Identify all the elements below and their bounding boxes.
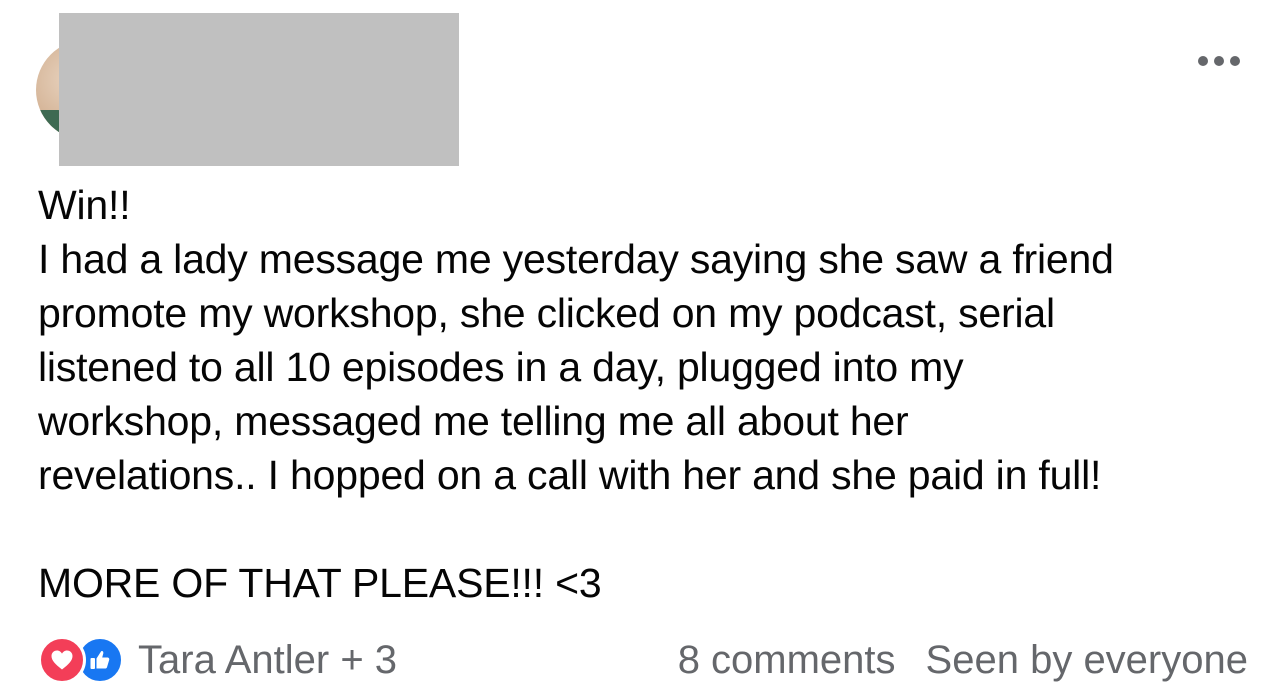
more-horizontal-icon xyxy=(1230,56,1240,66)
redacted-author-name xyxy=(59,13,459,166)
group-post: Win!! I had a lady message me yesterday … xyxy=(0,0,1284,697)
reaction-names[interactable]: Tara Antler + 3 xyxy=(138,638,397,683)
post-footer: Tara Antler + 3 8 comments Seen by every… xyxy=(38,632,1248,688)
more-horizontal-icon xyxy=(1214,56,1224,66)
post-text: Win!! I had a lady message me yesterday … xyxy=(38,178,1268,610)
post-closing: MORE OF THAT PLEASE!!! <3 xyxy=(38,560,602,606)
post-options-button[interactable] xyxy=(1188,44,1250,78)
heart-icon xyxy=(38,636,86,684)
comments-count-link[interactable]: 8 comments xyxy=(678,638,896,683)
post-paragraph: I had a lady message me yesterday saying… xyxy=(38,236,1114,498)
footer-stats: 8 comments Seen by everyone xyxy=(678,638,1248,683)
reactions-summary[interactable]: Tara Antler + 3 xyxy=(38,636,397,684)
post-heading: Win!! xyxy=(38,182,131,228)
more-horizontal-icon xyxy=(1198,56,1208,66)
seen-by-status[interactable]: Seen by everyone xyxy=(926,638,1248,683)
